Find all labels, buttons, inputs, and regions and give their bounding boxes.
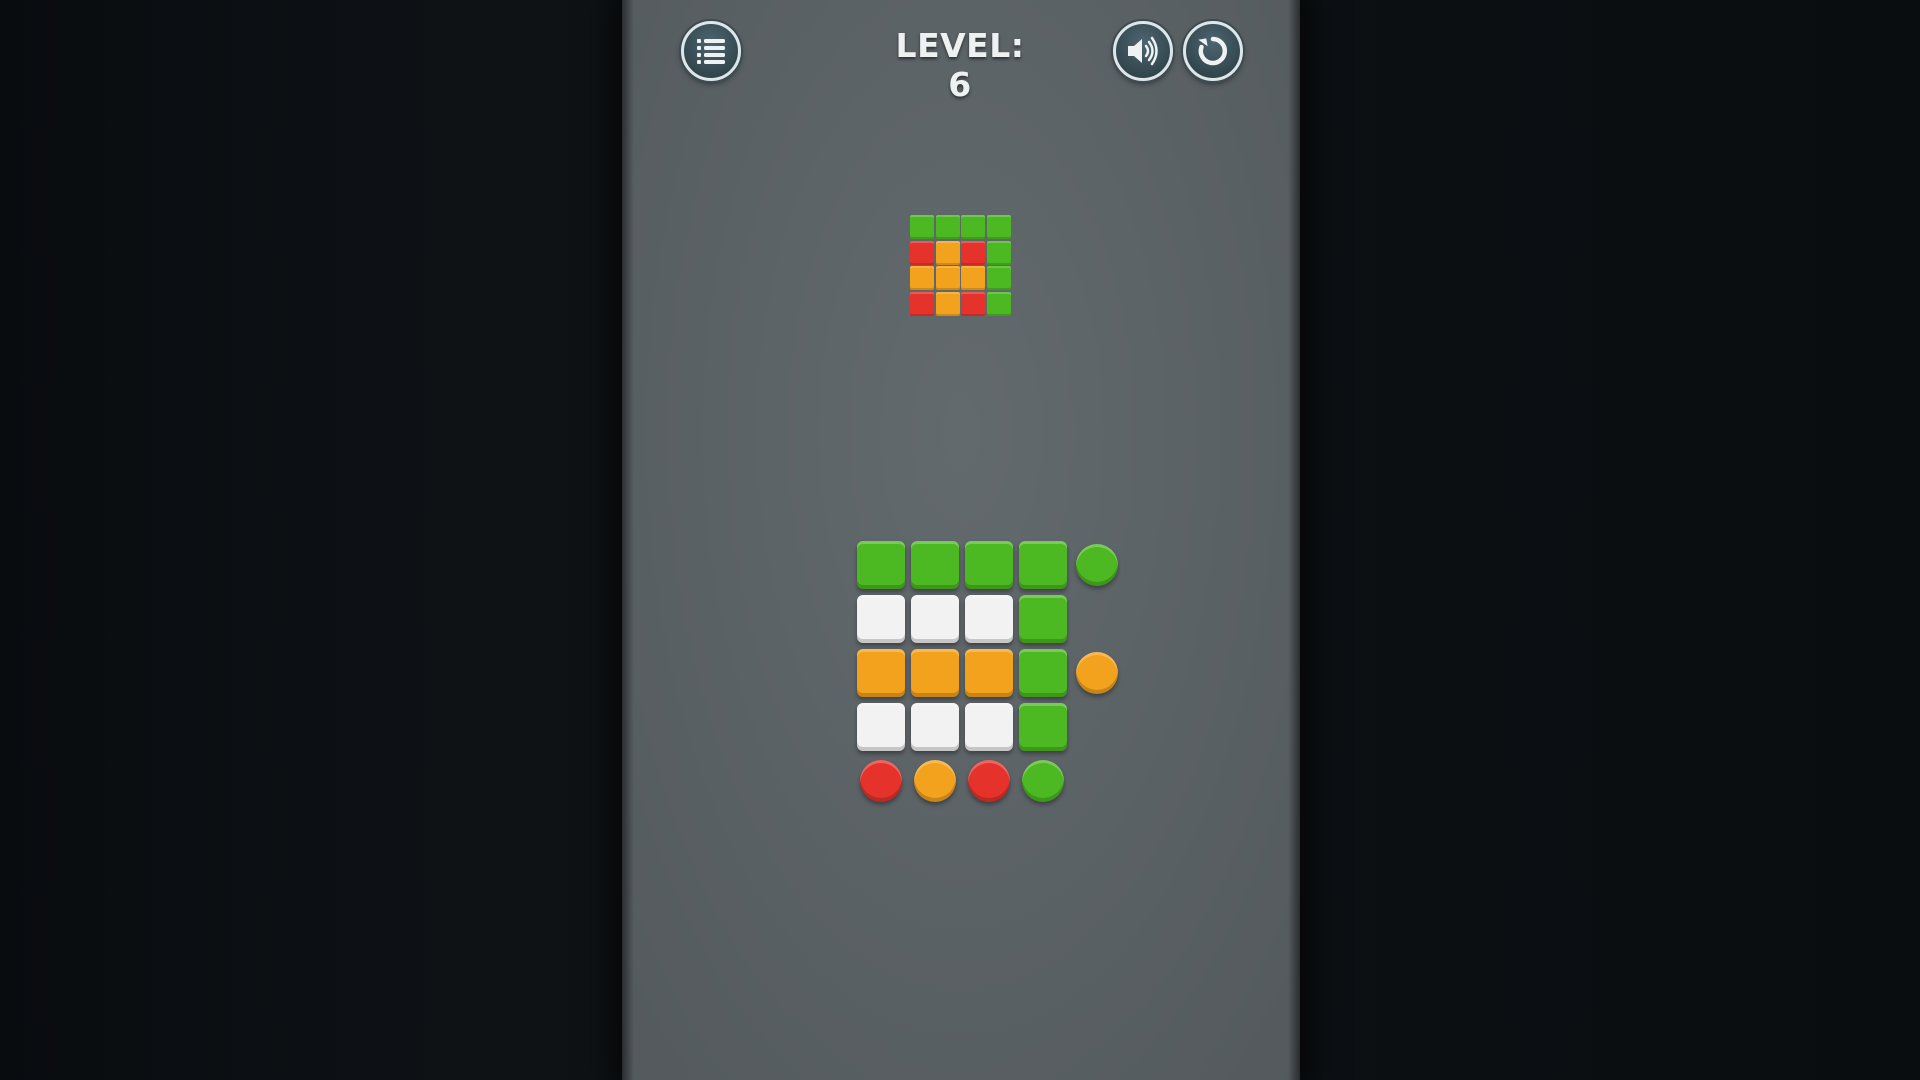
board-tile bbox=[1019, 595, 1067, 643]
target-cell bbox=[986, 215, 1011, 239]
menu-button[interactable] bbox=[681, 21, 741, 81]
target-cell bbox=[935, 215, 960, 239]
target-cell bbox=[986, 266, 1011, 290]
board-tile bbox=[965, 649, 1013, 697]
speaker-icon bbox=[1128, 36, 1158, 66]
board-tile bbox=[911, 595, 959, 643]
board-tile bbox=[1019, 541, 1067, 589]
target-cell bbox=[961, 291, 985, 316]
board-tile bbox=[911, 541, 959, 589]
row-color-button[interactable] bbox=[1076, 652, 1118, 694]
restart-icon bbox=[1198, 36, 1227, 66]
target-cell bbox=[910, 215, 934, 239]
board-tile bbox=[857, 703, 905, 751]
list-icon bbox=[697, 39, 725, 64]
target-cell bbox=[961, 240, 985, 265]
target-cell bbox=[910, 240, 934, 265]
target-cell bbox=[910, 291, 934, 316]
restart-button[interactable] bbox=[1183, 21, 1243, 81]
board-tile bbox=[857, 595, 905, 643]
target-cell bbox=[986, 291, 1011, 316]
board-tile bbox=[911, 703, 959, 751]
board-tile bbox=[965, 595, 1013, 643]
game-background: LEVEL: 6 bbox=[0, 0, 1920, 1080]
board-tile bbox=[965, 703, 1013, 751]
game-panel bbox=[622, 0, 1300, 1080]
target-cell bbox=[910, 266, 934, 290]
target-cell bbox=[935, 291, 960, 316]
column-color-button[interactable] bbox=[1022, 760, 1064, 802]
target-cell bbox=[986, 240, 1011, 265]
column-color-button[interactable] bbox=[914, 760, 956, 802]
target-cell bbox=[961, 215, 985, 239]
target-cell bbox=[935, 266, 960, 290]
column-color-button[interactable] bbox=[860, 760, 902, 802]
column-color-button[interactable] bbox=[968, 760, 1010, 802]
board-tile bbox=[1019, 649, 1067, 697]
board-tile bbox=[1019, 703, 1067, 751]
target-cell bbox=[935, 240, 960, 265]
sound-button[interactable] bbox=[1113, 21, 1173, 81]
board-tile bbox=[857, 541, 905, 589]
board-tile bbox=[857, 649, 905, 697]
row-color-button[interactable] bbox=[1076, 544, 1118, 586]
level-title: LEVEL: 6 bbox=[895, 26, 1025, 104]
target-cell bbox=[961, 266, 985, 290]
board-tile bbox=[965, 541, 1013, 589]
board-tile bbox=[911, 649, 959, 697]
